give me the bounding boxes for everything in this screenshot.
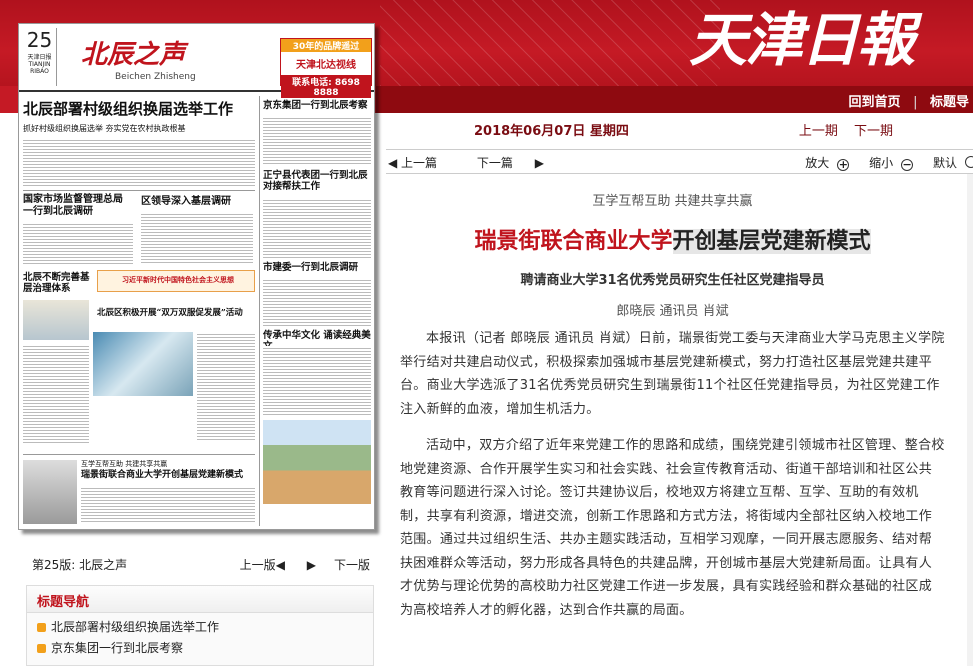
thumb-headline-double[interactable]: 北辰区积极开展“双万双服促发展”活动	[97, 308, 255, 318]
thumb-headline-market[interactable]: 国家市场监督管理总局一行到北辰调研	[23, 194, 123, 218]
page-thumbnail[interactable]: 25 天津日报 TIANJIN RIBAO 北辰之声 Beichen Zhish…	[18, 23, 375, 530]
prev-issue-link[interactable]: 上一期	[799, 124, 838, 139]
issue-date: 2018年06月07日 星期四	[474, 124, 629, 139]
thumb-text-block	[263, 116, 371, 166]
article-toolbar: ◀ 上一篇 下一篇 ▶ 放大 + 缩小 − 默认	[386, 149, 973, 174]
thumb-text-block	[263, 198, 371, 258]
plus-icon: +	[837, 158, 850, 171]
next-page-link[interactable]: ▶ 下一版	[307, 558, 370, 572]
article-title: 瑞景街联合商业大学开创基层党建新模式	[474, 229, 871, 254]
thumb-text-block	[263, 346, 371, 416]
headline-nav-title: 标题导航	[27, 586, 373, 613]
thumb-text-block	[23, 222, 133, 264]
zoom-in-button[interactable]: 放大 +	[797, 156, 850, 171]
article-subtitle: 聘请商业大学31名优秀党员研究生任社区党建指导员	[520, 273, 825, 288]
site-logo[interactable]: 天津日報	[689, 2, 915, 78]
thumb-text-block	[263, 278, 371, 326]
thumb-text-block	[141, 212, 253, 264]
date-bar: 2018年06月07日 星期四 上一期 下一期	[376, 113, 973, 143]
article-paragraph: 本报讯（记者 郎晓辰 通讯员 肖斌）日前，瑞景街党工委与天津商业大学马克思主义学…	[400, 331, 945, 417]
headline-nav-panel: 标题导航 北辰部署村级组织换届选举工作 京东集团一行到北辰考察	[26, 585, 374, 666]
header-pattern	[380, 0, 720, 86]
next-article-link[interactable]: 下一篇 ▶	[477, 156, 544, 170]
headlines-link[interactable]: 标题导	[930, 95, 969, 110]
thumb-headline-city[interactable]: 市建委一行到北辰调研	[263, 262, 358, 273]
home-link[interactable]: 回到首页	[849, 95, 901, 110]
thumb-text-block	[81, 486, 255, 524]
thumb-ad: 30年的品牌遥过 天津北达视线 联系电话: 8698 8888	[280, 38, 372, 98]
thumb-headline-bottom[interactable]: 瑞景街联合商业大学开创基层党建新模式	[81, 470, 243, 481]
next-issue-link[interactable]: 下一期	[854, 124, 893, 139]
thumb-banner: 习近平新时代中国特色社会主义思想	[97, 270, 255, 292]
article-body: 本报讯（记者 郎晓辰 通讯员 肖斌）日前，瑞景街党工委与天津商业大学马克思主义学…	[400, 327, 945, 622]
thumb-section-name-en: Beichen Zhisheng	[115, 72, 196, 82]
thumb-photo-family	[263, 420, 371, 504]
top-nav: 回到首页 | 标题导	[376, 86, 973, 113]
minus-icon: −	[901, 158, 914, 171]
article-paragraph: 活动中，双方介绍了近年来党建工作的思路和成绩，围绕党建引领城市社区管理、整合校地…	[400, 438, 945, 618]
article-kicker: 互学互帮互助 共建共享共赢	[592, 194, 753, 209]
thumb-headline-bottom-kicker: 互学互帮互助 共建共享共赢	[81, 460, 168, 468]
headline-nav-item[interactable]: 北辰部署村级组织换届选举工作	[37, 617, 363, 638]
thumb-text-block	[23, 344, 89, 444]
article: 互学互帮互助 共建共享共赢 瑞景街联合商业大学开创基层党建新模式 聘请商业大学3…	[400, 186, 945, 622]
thumb-masthead: 25 天津日报 TIANJIN RIBAO 北辰之声 Beichen Zhish…	[19, 24, 374, 98]
thumb-column-rule	[259, 96, 260, 526]
thumb-headline-zhengning[interactable]: 正宁县代表团一行到北辰对接帮扶工作	[263, 170, 373, 193]
thumb-headline-main[interactable]: 北辰部署村级组织换届选举工作	[23, 100, 233, 118]
thumb-headline-district[interactable]: 区领导深入基层调研	[141, 196, 253, 208]
headline-nav-item[interactable]: 京东集团一行到北辰考察	[37, 638, 363, 659]
thumb-headline-main-sub: 抓好村级组织换届选举 夯实党在农村执政根基	[23, 124, 186, 133]
thumb-photo-factory	[93, 332, 193, 396]
prev-article-link[interactable]: ◀ 上一篇	[388, 156, 455, 170]
circle-icon	[965, 156, 973, 168]
thumb-rule	[23, 454, 255, 455]
thumb-text-block	[23, 138, 255, 188]
thumb-section-name: 北辰之声	[81, 40, 186, 70]
thumb-headline-jd[interactable]: 京东集团一行到北辰考察	[263, 100, 368, 111]
thumb-photo-ceremony	[23, 460, 77, 524]
page-scrollbar[interactable]	[967, 174, 973, 666]
default-size-button[interactable]: 默认	[925, 156, 973, 170]
thumb-rule	[23, 190, 255, 191]
thumb-text-block	[197, 332, 255, 442]
zoom-out-button[interactable]: 缩小 −	[861, 156, 914, 171]
page-label: 第25版: 北辰之声	[32, 558, 128, 572]
nav-separator: |	[913, 95, 918, 110]
prev-page-link[interactable]: 上一版◀	[222, 558, 285, 572]
thumb-headline-reform[interactable]: 北辰不断完善基层治理体系	[23, 272, 93, 295]
page-info-bar: 第25版: 北辰之声 上一版◀ ▶ 下一版	[26, 553, 370, 575]
thumb-photo-meeting	[23, 300, 89, 340]
article-byline: 郎晓辰 通讯员 肖斌	[616, 304, 729, 319]
thumb-page-number: 25 天津日报 TIANJIN RIBAO	[23, 28, 57, 86]
